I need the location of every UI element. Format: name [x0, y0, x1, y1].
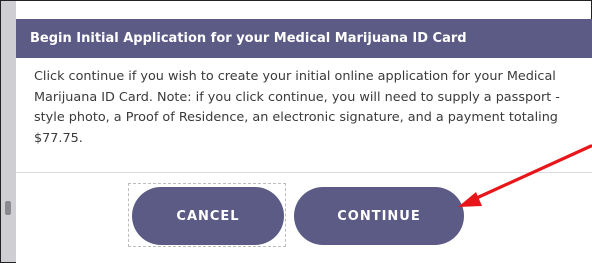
continue-button[interactable]: CONTINUE [294, 187, 464, 245]
dialog-title: Begin Initial Application for your Medic… [30, 31, 467, 46]
cancel-button[interactable]: CANCEL [132, 187, 284, 245]
dialog-header: Begin Initial Application for your Medic… [16, 19, 592, 58]
dialog-message: Click continue if you wish to create you… [34, 69, 560, 146]
background-page-edge [1, 1, 16, 262]
dialog-divider [16, 172, 592, 173]
application-dialog: Begin Initial Application for your Medic… [16, 19, 592, 263]
background-page-mark [5, 201, 11, 215]
